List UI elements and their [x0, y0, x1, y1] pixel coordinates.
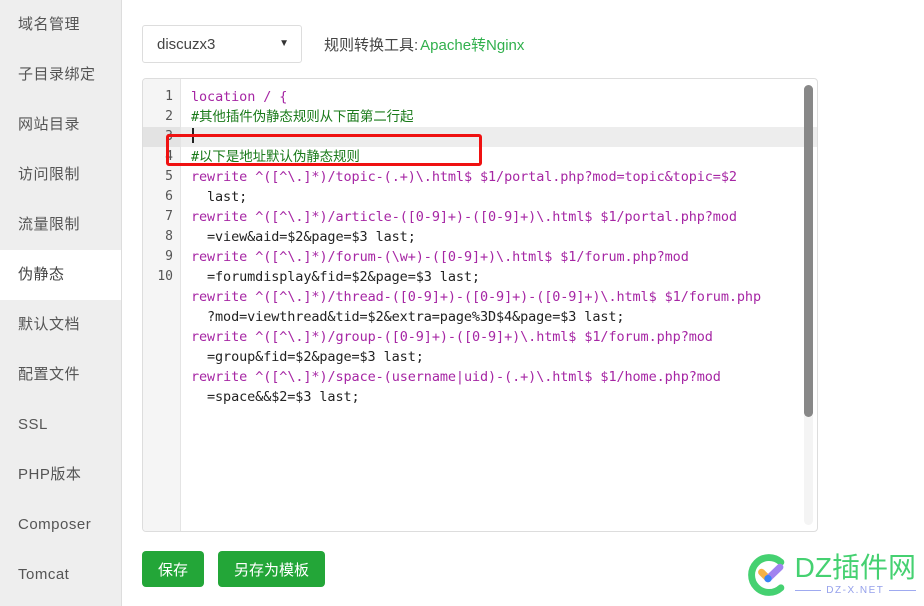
settings-sidebar: 域名管理 子目录绑定 网站目录 访问限制 流量限制 伪静态 默认文档 配置文件 …: [0, 0, 122, 606]
line-number: 1: [165, 89, 173, 104]
code-line: rewrite ^([^\.]*)/topic-(.+)\.html$ $1/p…: [191, 169, 737, 185]
sidebar-item-site-directory[interactable]: 网站目录: [0, 100, 121, 150]
sidebar-item-config-file[interactable]: 配置文件: [0, 350, 121, 400]
sidebar-item-label: 默认文档: [18, 316, 81, 333]
watermark-text: DZ插件网 DZ-X.NET: [794, 552, 916, 596]
code-line-wrap: last;: [207, 189, 248, 205]
watermark-subtitle-row: DZ-X.NET: [794, 585, 916, 596]
editor-scrollbar-thumb[interactable]: [804, 85, 813, 417]
code-line: rewrite ^([^\.]*)/forum-(\w+)-([0-9]+)\.…: [191, 249, 689, 265]
line-number: 5: [165, 169, 173, 184]
dz-logo-icon: [747, 554, 785, 596]
line-number: 8: [165, 229, 173, 244]
sidebar-item-label: 子目录绑定: [18, 66, 96, 83]
save-as-template-button[interactable]: 另存为模板: [218, 551, 326, 587]
line-number: 9: [165, 249, 173, 264]
rule-template-select-value: discuzx3: [157, 35, 216, 53]
sidebar-item-label: 域名管理: [18, 16, 81, 33]
line-number: 4: [165, 149, 173, 164]
sidebar-item-label: 网站目录: [18, 116, 81, 133]
watermark: DZ插件网 DZ-X.NET: [745, 552, 916, 598]
code-line-wrap: =group&fid=$2&page=$3 last;: [207, 349, 424, 365]
code-line-wrap: =view&aid=$2&page=$3 last;: [207, 229, 416, 245]
code-line-wrap: =space&&$2=$3 last;: [207, 389, 360, 405]
sidebar-item-label: Tomcat: [18, 566, 70, 583]
code-line: rewrite ^([^\.]*)/article-([0-9]+)-([0-9…: [191, 209, 737, 225]
line-number-active: 3: [143, 127, 180, 147]
sidebar-item-label: 伪静态: [18, 266, 65, 283]
save-button[interactable]: 保存: [142, 551, 205, 587]
rule-left: [794, 590, 822, 591]
editor-scrollbar-track[interactable]: [804, 85, 813, 525]
converter-label: 规则转换工具:: [324, 36, 419, 54]
sidebar-item-subdirectory-bind[interactable]: 子目录绑定: [0, 50, 121, 100]
sidebar-item-label: 配置文件: [18, 366, 81, 383]
watermark-subtitle: DZ-X.NET: [826, 585, 885, 596]
sidebar-item-ssl[interactable]: SSL: [0, 400, 121, 450]
sidebar-item-traffic-limit[interactable]: 流量限制: [0, 200, 121, 250]
code-line-comment: #以下是地址默认伪静态规则: [191, 149, 360, 165]
sidebar-item-pseudo-static[interactable]: 伪静态: [0, 250, 121, 300]
code-editor[interactable]: 1 2 3 4 5 6 7 8 9 10 location / { #其他插件伪…: [142, 78, 818, 532]
sidebar-item-tomcat[interactable]: Tomcat: [0, 550, 121, 600]
watermark-title: DZ插件网: [794, 552, 916, 583]
line-number: 10: [157, 269, 173, 284]
line-number-gutter: 1 2 3 4 5 6 7 8 9 10: [143, 79, 181, 531]
rule-template-select[interactable]: discuzx3 ▼: [142, 25, 302, 63]
sidebar-item-label: SSL: [18, 416, 48, 433]
sidebar-item-domain-management[interactable]: 域名管理: [0, 0, 121, 50]
rule-right: [889, 590, 916, 591]
action-buttons: 保存 另存为模板: [142, 551, 326, 587]
sidebar-item-label: PHP版本: [18, 466, 82, 483]
code-line: rewrite ^([^\.]*)/thread-([0-9]+)-([0-9]…: [191, 289, 761, 305]
code-line: rewrite ^([^\.]*)/space-(username|uid)-(…: [191, 369, 721, 385]
sidebar-item-label: 访问限制: [18, 166, 81, 183]
main-content: discuzx3 ▼ 规则转换工具: Apache转Nginx 1 2 3 4 …: [122, 0, 924, 606]
text-cursor: [192, 128, 194, 143]
sidebar-item-access-limit[interactable]: 访问限制: [0, 150, 121, 200]
line-number: 7: [165, 209, 173, 224]
code-line-active[interactable]: [181, 127, 817, 147]
code-line: rewrite ^([^\.]*)/group-([0-9]+)-([0-9]+…: [191, 329, 713, 345]
sidebar-item-php-version[interactable]: PHP版本: [0, 450, 121, 500]
line-number: 2: [165, 109, 173, 124]
code-line-wrap: ?mod=viewthread&tid=$2&extra=page%3D$4&p…: [207, 309, 625, 325]
apache-to-nginx-link[interactable]: Apache转Nginx: [420, 34, 524, 55]
line-number: 6: [165, 189, 173, 204]
sidebar-item-label: 流量限制: [18, 216, 81, 233]
code-area[interactable]: location / { #其他插件伪静态规则从下面第二行起 #以下是地址默认伪…: [181, 79, 817, 531]
code-line: location / {: [191, 89, 288, 105]
site-settings-pseudo-static-panel: 域名管理 子目录绑定 网站目录 访问限制 流量限制 伪静态 默认文档 配置文件 …: [0, 0, 924, 606]
code-line-wrap: =forumdisplay&fid=$2&page=$3 last;: [207, 269, 480, 285]
sidebar-item-label: Composer: [18, 516, 92, 533]
chevron-down-icon: ▼: [279, 38, 289, 49]
code-line-comment: #其他插件伪静态规则从下面第二行起: [191, 109, 414, 125]
sidebar-item-default-document[interactable]: 默认文档: [0, 300, 121, 350]
editor-toolbar: discuzx3 ▼ 规则转换工具: Apache转Nginx: [142, 25, 524, 63]
sidebar-item-composer[interactable]: Composer: [0, 500, 121, 550]
